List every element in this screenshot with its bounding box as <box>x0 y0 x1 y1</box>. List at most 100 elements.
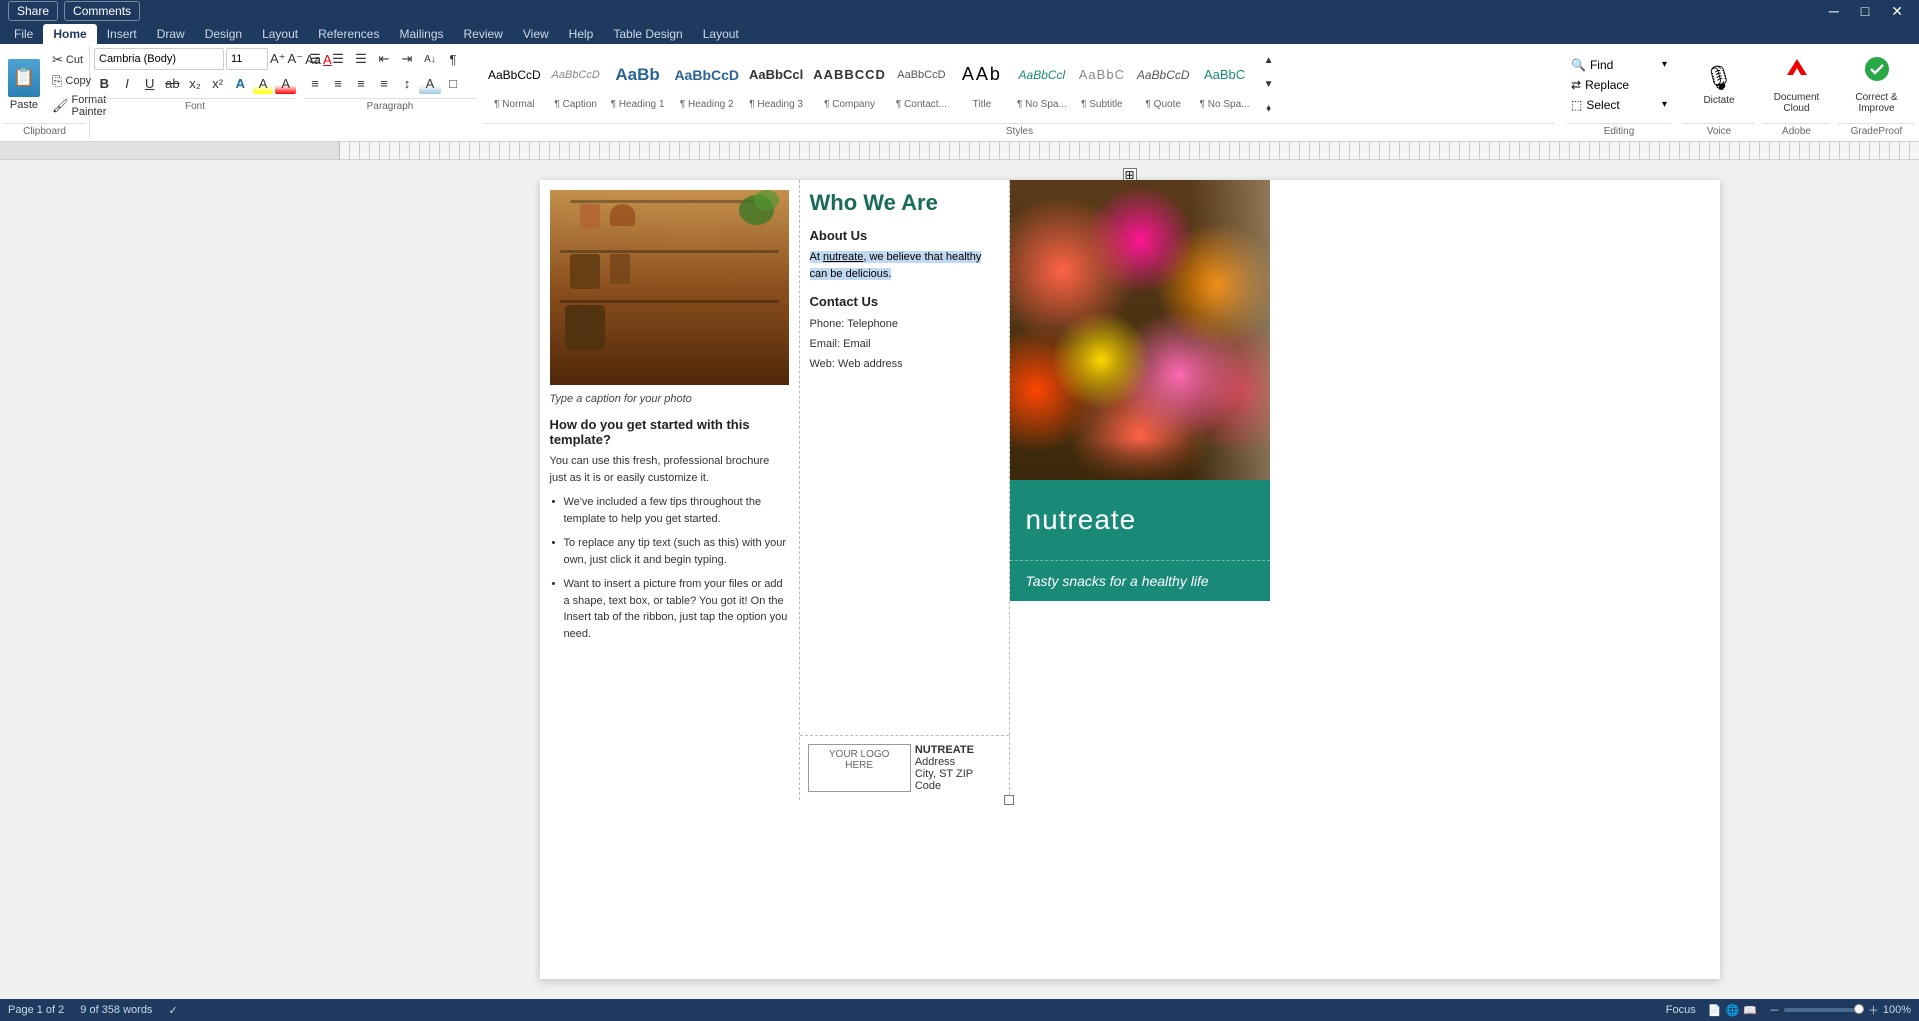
text-effects-button[interactable]: A <box>230 72 251 94</box>
about-us-text[interactable]: At nutreate, we believe that healthy can… <box>810 249 999 282</box>
align-right-button[interactable]: ≡ <box>350 72 372 94</box>
style-nospace[interactable]: AaBbCcl ¶ No Spa... <box>1013 49 1071 121</box>
correct-improve-button[interactable]: Correct & Improve <box>1838 48 1915 121</box>
font-color-button[interactable]: A <box>275 72 296 94</box>
table-resize-handle[interactable] <box>1004 795 1014 805</box>
about-us-heading[interactable]: About Us <box>810 228 999 243</box>
web-layout-icon[interactable]: 🌐 <box>1725 1004 1739 1017</box>
share-button[interactable]: Share <box>8 1 58 21</box>
numbering-button[interactable]: ☰ <box>327 48 349 70</box>
style-contact[interactable]: AaBbCcD ¶ Contact... <box>892 49 951 121</box>
email-line[interactable]: Email: Email <box>810 335 999 355</box>
brand-name[interactable]: nutreate <box>1026 504 1137 536</box>
zoom-track[interactable] <box>1784 1008 1864 1012</box>
style-heading2[interactable]: AaBbCcD ¶ Heading 2 <box>670 49 743 121</box>
tab-references[interactable]: References <box>308 24 389 44</box>
contact-us-heading[interactable]: Contact Us <box>810 294 999 309</box>
font-size-input[interactable] <box>226 48 268 70</box>
font-grow-button[interactable]: A⁺ <box>270 48 286 70</box>
shading-button[interactable]: A <box>419 72 441 94</box>
focus-button[interactable]: Focus <box>1666 1004 1696 1016</box>
replace-icon: ⇄ <box>1571 78 1581 92</box>
line-spacing-button[interactable]: ↕ <box>396 72 418 94</box>
superscript-button[interactable]: x² <box>207 72 228 94</box>
replace-button[interactable]: ⇄ Replace <box>1567 75 1671 95</box>
italic-button[interactable]: I <box>117 72 138 94</box>
minimize-button[interactable]: ─ <box>1821 3 1847 19</box>
maximize-button[interactable]: □ <box>1853 3 1877 19</box>
selected-text[interactable]: At nutreate, we believe that healthy can… <box>810 251 982 280</box>
tab-layout2[interactable]: Layout <box>693 24 749 44</box>
zoom-out-button[interactable]: － <box>1769 1002 1780 1018</box>
styles-scroll-up[interactable]: ▲ <box>1258 50 1280 72</box>
tab-view[interactable]: View <box>513 24 559 44</box>
dictate-button[interactable]: 🎙 Dictate <box>1699 48 1738 121</box>
style-caption[interactable]: AaBbCcD ¶ Caption <box>547 49 605 121</box>
close-button[interactable]: ✕ <box>1883 3 1911 20</box>
left-panel-intro: You can use this fresh, professional bro… <box>550 453 789 486</box>
find-button[interactable]: 🔍 Find ▾ <box>1567 55 1671 75</box>
tab-home[interactable]: Home <box>43 24 96 44</box>
underline-button[interactable]: U <box>139 72 160 94</box>
styles-scroll-down[interactable]: ▼ <box>1258 74 1280 96</box>
tab-insert[interactable]: Insert <box>97 24 147 44</box>
highlight-color-button[interactable]: A <box>253 72 274 94</box>
style-quote[interactable]: AaBbCcD ¶ Quote <box>1133 49 1194 121</box>
tab-table-design[interactable]: Table Design <box>603 24 692 44</box>
print-layout-icon[interactable]: 📄 <box>1708 1004 1722 1017</box>
tab-review[interactable]: Review <box>454 24 513 44</box>
justify-button[interactable]: ≡ <box>373 72 395 94</box>
tab-file[interactable]: File <box>4 24 43 44</box>
who-we-are-title[interactable]: Who We Are <box>810 190 999 216</box>
tab-help[interactable]: Help <box>559 24 604 44</box>
align-left-button[interactable]: ≡ <box>304 72 326 94</box>
tab-layout[interactable]: Layout <box>252 24 308 44</box>
borders-button[interactable]: □ <box>442 72 464 94</box>
brochure-left-panel[interactable]: Type a caption for your photo How do you… <box>540 180 800 800</box>
bullets-button[interactable]: ☰ <box>304 48 326 70</box>
phone-line[interactable]: Phone: Telephone <box>810 315 999 335</box>
multilevel-button[interactable]: ☰ <box>350 48 372 70</box>
subscript-button[interactable]: x₂ <box>185 72 206 94</box>
tab-design[interactable]: Design <box>195 24 252 44</box>
brochure-middle-panel[interactable]: Who We Are About Us At nutreate, we beli… <box>800 180 1010 800</box>
sort-button[interactable]: A↓ <box>419 48 441 70</box>
style-subtitle-label: ¶ Subtitle <box>1081 99 1123 110</box>
zoom-thumb[interactable] <box>1854 1004 1864 1014</box>
zoom-control[interactable]: － ＋ 100% <box>1769 1002 1911 1018</box>
read-mode-icon[interactable]: 📖 <box>1743 1004 1757 1017</box>
strikethrough-button[interactable]: ab <box>162 72 183 94</box>
logo-placeholder[interactable]: YOUR LOGO HERE <box>808 744 911 792</box>
city-line[interactable]: City, ST ZIP Code <box>915 768 1001 792</box>
style-title[interactable]: AAb Title <box>953 49 1011 121</box>
document-area[interactable]: ⊞ <box>0 160 1919 999</box>
show-marks-button[interactable]: ¶ <box>442 48 464 70</box>
web-line[interactable]: Web: Web address <box>810 355 999 375</box>
font-family-input[interactable] <box>94 48 224 70</box>
paste-button[interactable]: 📋 Paste <box>4 55 44 115</box>
decrease-indent-button[interactable]: ⇤ <box>373 48 395 70</box>
company-name[interactable]: NUTREATE <box>915 744 1001 756</box>
document-cloud-button[interactable]: Document Cloud <box>1763 48 1830 121</box>
style-normal[interactable]: AaBbCcD ¶ Normal <box>484 49 545 121</box>
select-button[interactable]: ⬚ Select ▾ <box>1567 95 1671 115</box>
style-nospace2[interactable]: AaBbC ¶ No Spa... <box>1196 49 1254 121</box>
align-center-button[interactable]: ≡ <box>327 72 349 94</box>
bold-button[interactable]: B <box>94 72 115 94</box>
style-subtitle[interactable]: AaBbC ¶ Subtitle <box>1073 49 1131 121</box>
left-panel-body[interactable]: You can use this fresh, professional bro… <box>550 453 789 642</box>
address-line[interactable]: Address <box>915 756 1001 768</box>
style-normal-label: ¶ Normal <box>494 99 534 110</box>
tagline[interactable]: Tasty snacks for a healthy life <box>1026 573 1254 589</box>
increase-indent-button[interactable]: ⇥ <box>396 48 418 70</box>
tab-mailings[interactable]: Mailings <box>389 24 453 44</box>
photo-caption[interactable]: Type a caption for your photo <box>550 393 789 405</box>
style-company[interactable]: AABBCCD ¶ Company <box>809 49 890 121</box>
left-panel-heading[interactable]: How do you get started with this templat… <box>550 417 789 447</box>
style-heading3[interactable]: AaBbCcl ¶ Heading 3 <box>745 49 807 121</box>
style-heading1[interactable]: AaBb ¶ Heading 1 <box>607 49 669 121</box>
styles-expand[interactable]: ⬧ <box>1258 98 1280 120</box>
tab-draw[interactable]: Draw <box>147 24 195 44</box>
comments-button[interactable]: Comments <box>64 1 140 21</box>
zoom-in-button[interactable]: ＋ <box>1868 1002 1879 1018</box>
